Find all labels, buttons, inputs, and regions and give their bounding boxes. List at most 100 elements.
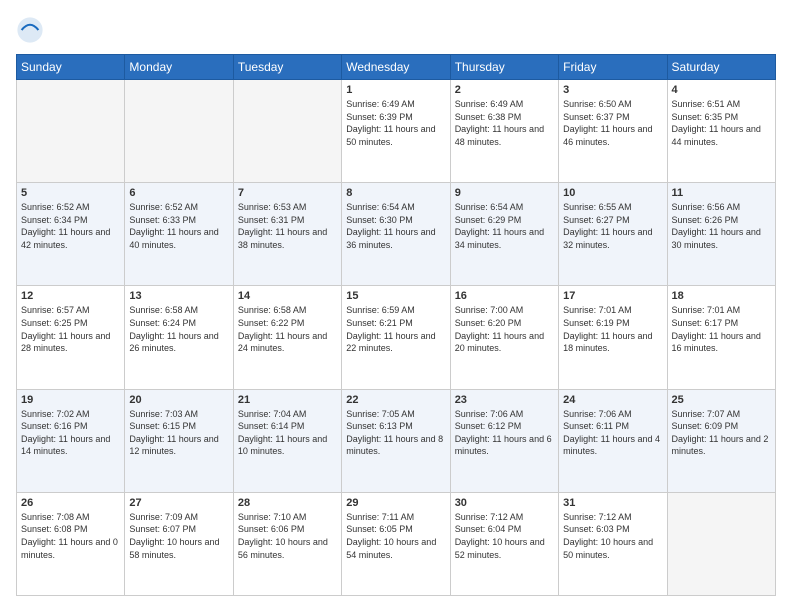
cell-info: Sunrise: 7:05 AM Sunset: 6:13 PM Dayligh…	[346, 408, 445, 458]
calendar-header-row: SundayMondayTuesdayWednesdayThursdayFrid…	[17, 55, 776, 80]
cell-info: Sunrise: 7:12 AM Sunset: 6:03 PM Dayligh…	[563, 511, 662, 561]
day-number: 15	[346, 290, 445, 302]
calendar-cell: 16 Sunrise: 7:00 AM Sunset: 6:20 PM Dayli…	[450, 286, 558, 389]
cell-info: Sunrise: 7:06 AM Sunset: 6:12 PM Dayligh…	[455, 408, 554, 458]
calendar-cell: 21 Sunrise: 7:04 AM Sunset: 6:14 PM Dayli…	[233, 389, 341, 492]
calendar-cell: 1 Sunrise: 6:49 AM Sunset: 6:39 PM Daylig…	[342, 80, 450, 183]
cell-info: Sunrise: 7:00 AM Sunset: 6:20 PM Dayligh…	[455, 304, 554, 354]
calendar-cell: 30Sunrise: 7:12 AM Sunset: 6:04 PM Dayli…	[450, 492, 558, 595]
day-number: 9	[455, 187, 554, 199]
cell-info: Sunrise: 7:11 AM Sunset: 6:05 PM Dayligh…	[346, 511, 445, 561]
day-header-sunday: Sunday	[17, 55, 125, 80]
calendar-cell: 11 Sunrise: 6:56 AM Sunset: 6:26 PM Dayli…	[667, 183, 775, 286]
day-number: 6	[129, 187, 228, 199]
cell-info: Sunrise: 6:49 AM Sunset: 6:39 PM Dayligh…	[346, 98, 445, 148]
day-number: 27	[129, 497, 228, 509]
cell-info: Sunrise: 7:03 AM Sunset: 6:15 PM Dayligh…	[129, 408, 228, 458]
calendar-week-5: 26 Sunrise: 7:08 AM Sunset: 6:08 PM Dayli…	[17, 492, 776, 595]
calendar-cell: 8 Sunrise: 6:54 AM Sunset: 6:30 PM Daylig…	[342, 183, 450, 286]
cell-info: Sunrise: 6:55 AM Sunset: 6:27 PM Dayligh…	[563, 201, 662, 251]
cell-info: Sunrise: 6:56 AM Sunset: 6:26 PM Dayligh…	[672, 201, 771, 251]
cell-info: Sunrise: 6:58 AM Sunset: 6:24 PM Dayligh…	[129, 304, 228, 354]
day-number: 23	[455, 394, 554, 406]
cell-info: Sunrise: 7:01 AM Sunset: 6:17 PM Dayligh…	[672, 304, 771, 354]
calendar-cell: 26 Sunrise: 7:08 AM Sunset: 6:08 PM Dayli…	[17, 492, 125, 595]
calendar-cell	[17, 80, 125, 183]
calendar-week-3: 12Sunrise: 6:57 AM Sunset: 6:25 PM Dayli…	[17, 286, 776, 389]
cell-info: Sunrise: 6:53 AM Sunset: 6:31 PM Dayligh…	[238, 201, 337, 251]
calendar-cell: 31 Sunrise: 7:12 AM Sunset: 6:03 PM Dayli…	[559, 492, 667, 595]
calendar-cell: 24 Sunrise: 7:06 AM Sunset: 6:11 PM Dayli…	[559, 389, 667, 492]
cell-info: Sunrise: 7:02 AM Sunset: 6:16 PM Dayligh…	[21, 408, 120, 458]
day-number: 17	[563, 290, 662, 302]
day-number: 2	[455, 84, 554, 96]
day-header-thursday: Thursday	[450, 55, 558, 80]
day-number: 18	[672, 290, 771, 302]
calendar-table: SundayMondayTuesdayWednesdayThursdayFrid…	[16, 54, 776, 596]
day-header-tuesday: Tuesday	[233, 55, 341, 80]
calendar-week-1: 1 Sunrise: 6:49 AM Sunset: 6:39 PM Daylig…	[17, 80, 776, 183]
day-header-saturday: Saturday	[667, 55, 775, 80]
calendar-cell: 23 Sunrise: 7:06 AM Sunset: 6:12 PM Dayli…	[450, 389, 558, 492]
cell-info: Sunrise: 7:09 AM Sunset: 6:07 PM Dayligh…	[129, 511, 228, 561]
calendar-cell: 25Sunrise: 7:07 AM Sunset: 6:09 PM Dayli…	[667, 389, 775, 492]
cell-info: Sunrise: 6:51 AM Sunset: 6:35 PM Dayligh…	[672, 98, 771, 148]
day-number: 31	[563, 497, 662, 509]
logo	[16, 16, 46, 44]
cell-info: Sunrise: 7:06 AM Sunset: 6:11 PM Dayligh…	[563, 408, 662, 458]
calendar-cell	[667, 492, 775, 595]
day-number: 5	[21, 187, 120, 199]
calendar-cell	[233, 80, 341, 183]
day-number: 26	[21, 497, 120, 509]
cell-info: Sunrise: 6:59 AM Sunset: 6:21 PM Dayligh…	[346, 304, 445, 354]
calendar-cell: 29 Sunrise: 7:11 AM Sunset: 6:05 PM Dayli…	[342, 492, 450, 595]
day-header-friday: Friday	[559, 55, 667, 80]
cell-info: Sunrise: 7:12 AM Sunset: 6:04 PM Dayligh…	[455, 511, 554, 561]
day-header-wednesday: Wednesday	[342, 55, 450, 80]
day-number: 28	[238, 497, 337, 509]
day-number: 20	[129, 394, 228, 406]
calendar-cell: 18 Sunrise: 7:01 AM Sunset: 6:17 PM Dayli…	[667, 286, 775, 389]
calendar-cell	[125, 80, 233, 183]
calendar-cell: 19 Sunrise: 7:02 AM Sunset: 6:16 PM Dayli…	[17, 389, 125, 492]
day-number: 11	[672, 187, 771, 199]
cell-info: Sunrise: 6:54 AM Sunset: 6:30 PM Dayligh…	[346, 201, 445, 251]
calendar-cell: 28Sunrise: 7:10 AM Sunset: 6:06 PM Dayli…	[233, 492, 341, 595]
cell-info: Sunrise: 6:52 AM Sunset: 6:33 PM Dayligh…	[129, 201, 228, 251]
calendar-cell: 15 Sunrise: 6:59 AM Sunset: 6:21 PM Dayli…	[342, 286, 450, 389]
cell-info: Sunrise: 7:07 AM Sunset: 6:09 PM Dayligh…	[672, 408, 771, 458]
day-number: 21	[238, 394, 337, 406]
calendar-cell: 4 Sunrise: 6:51 AM Sunset: 6:35 PM Daylig…	[667, 80, 775, 183]
day-number: 22	[346, 394, 445, 406]
calendar-cell: 27 Sunrise: 7:09 AM Sunset: 6:07 PM Dayli…	[125, 492, 233, 595]
cell-info: Sunrise: 6:52 AM Sunset: 6:34 PM Dayligh…	[21, 201, 120, 251]
calendar-week-4: 19 Sunrise: 7:02 AM Sunset: 6:16 PM Dayli…	[17, 389, 776, 492]
cell-info: Sunrise: 6:49 AM Sunset: 6:38 PM Dayligh…	[455, 98, 554, 148]
day-number: 16	[455, 290, 554, 302]
calendar-cell: 3Sunrise: 6:50 AM Sunset: 6:37 PM Daylig…	[559, 80, 667, 183]
calendar-cell: 6 Sunrise: 6:52 AM Sunset: 6:33 PM Daylig…	[125, 183, 233, 286]
cell-info: Sunrise: 6:58 AM Sunset: 6:22 PM Dayligh…	[238, 304, 337, 354]
cell-info: Sunrise: 7:08 AM Sunset: 6:08 PM Dayligh…	[21, 511, 120, 561]
day-number: 24	[563, 394, 662, 406]
cell-info: Sunrise: 7:04 AM Sunset: 6:14 PM Dayligh…	[238, 408, 337, 458]
header	[16, 16, 776, 44]
calendar-cell: 22 Sunrise: 7:05 AM Sunset: 6:13 PM Dayli…	[342, 389, 450, 492]
calendar-cell: 12Sunrise: 6:57 AM Sunset: 6:25 PM Dayli…	[17, 286, 125, 389]
calendar-cell: 14Sunrise: 6:58 AM Sunset: 6:22 PM Dayli…	[233, 286, 341, 389]
day-number: 7	[238, 187, 337, 199]
day-number: 3	[563, 84, 662, 96]
day-number: 19	[21, 394, 120, 406]
cell-info: Sunrise: 7:01 AM Sunset: 6:19 PM Dayligh…	[563, 304, 662, 354]
calendar-cell: 17 Sunrise: 7:01 AM Sunset: 6:19 PM Dayli…	[559, 286, 667, 389]
day-number: 13	[129, 290, 228, 302]
page: SundayMondayTuesdayWednesdayThursdayFrid…	[0, 0, 792, 612]
day-number: 1	[346, 84, 445, 96]
day-number: 4	[672, 84, 771, 96]
calendar-cell: 13 Sunrise: 6:58 AM Sunset: 6:24 PM Dayli…	[125, 286, 233, 389]
day-number: 12	[21, 290, 120, 302]
calendar-cell: 2 Sunrise: 6:49 AM Sunset: 6:38 PM Daylig…	[450, 80, 558, 183]
day-number: 8	[346, 187, 445, 199]
day-number: 29	[346, 497, 445, 509]
cell-info: Sunrise: 6:54 AM Sunset: 6:29 PM Dayligh…	[455, 201, 554, 251]
